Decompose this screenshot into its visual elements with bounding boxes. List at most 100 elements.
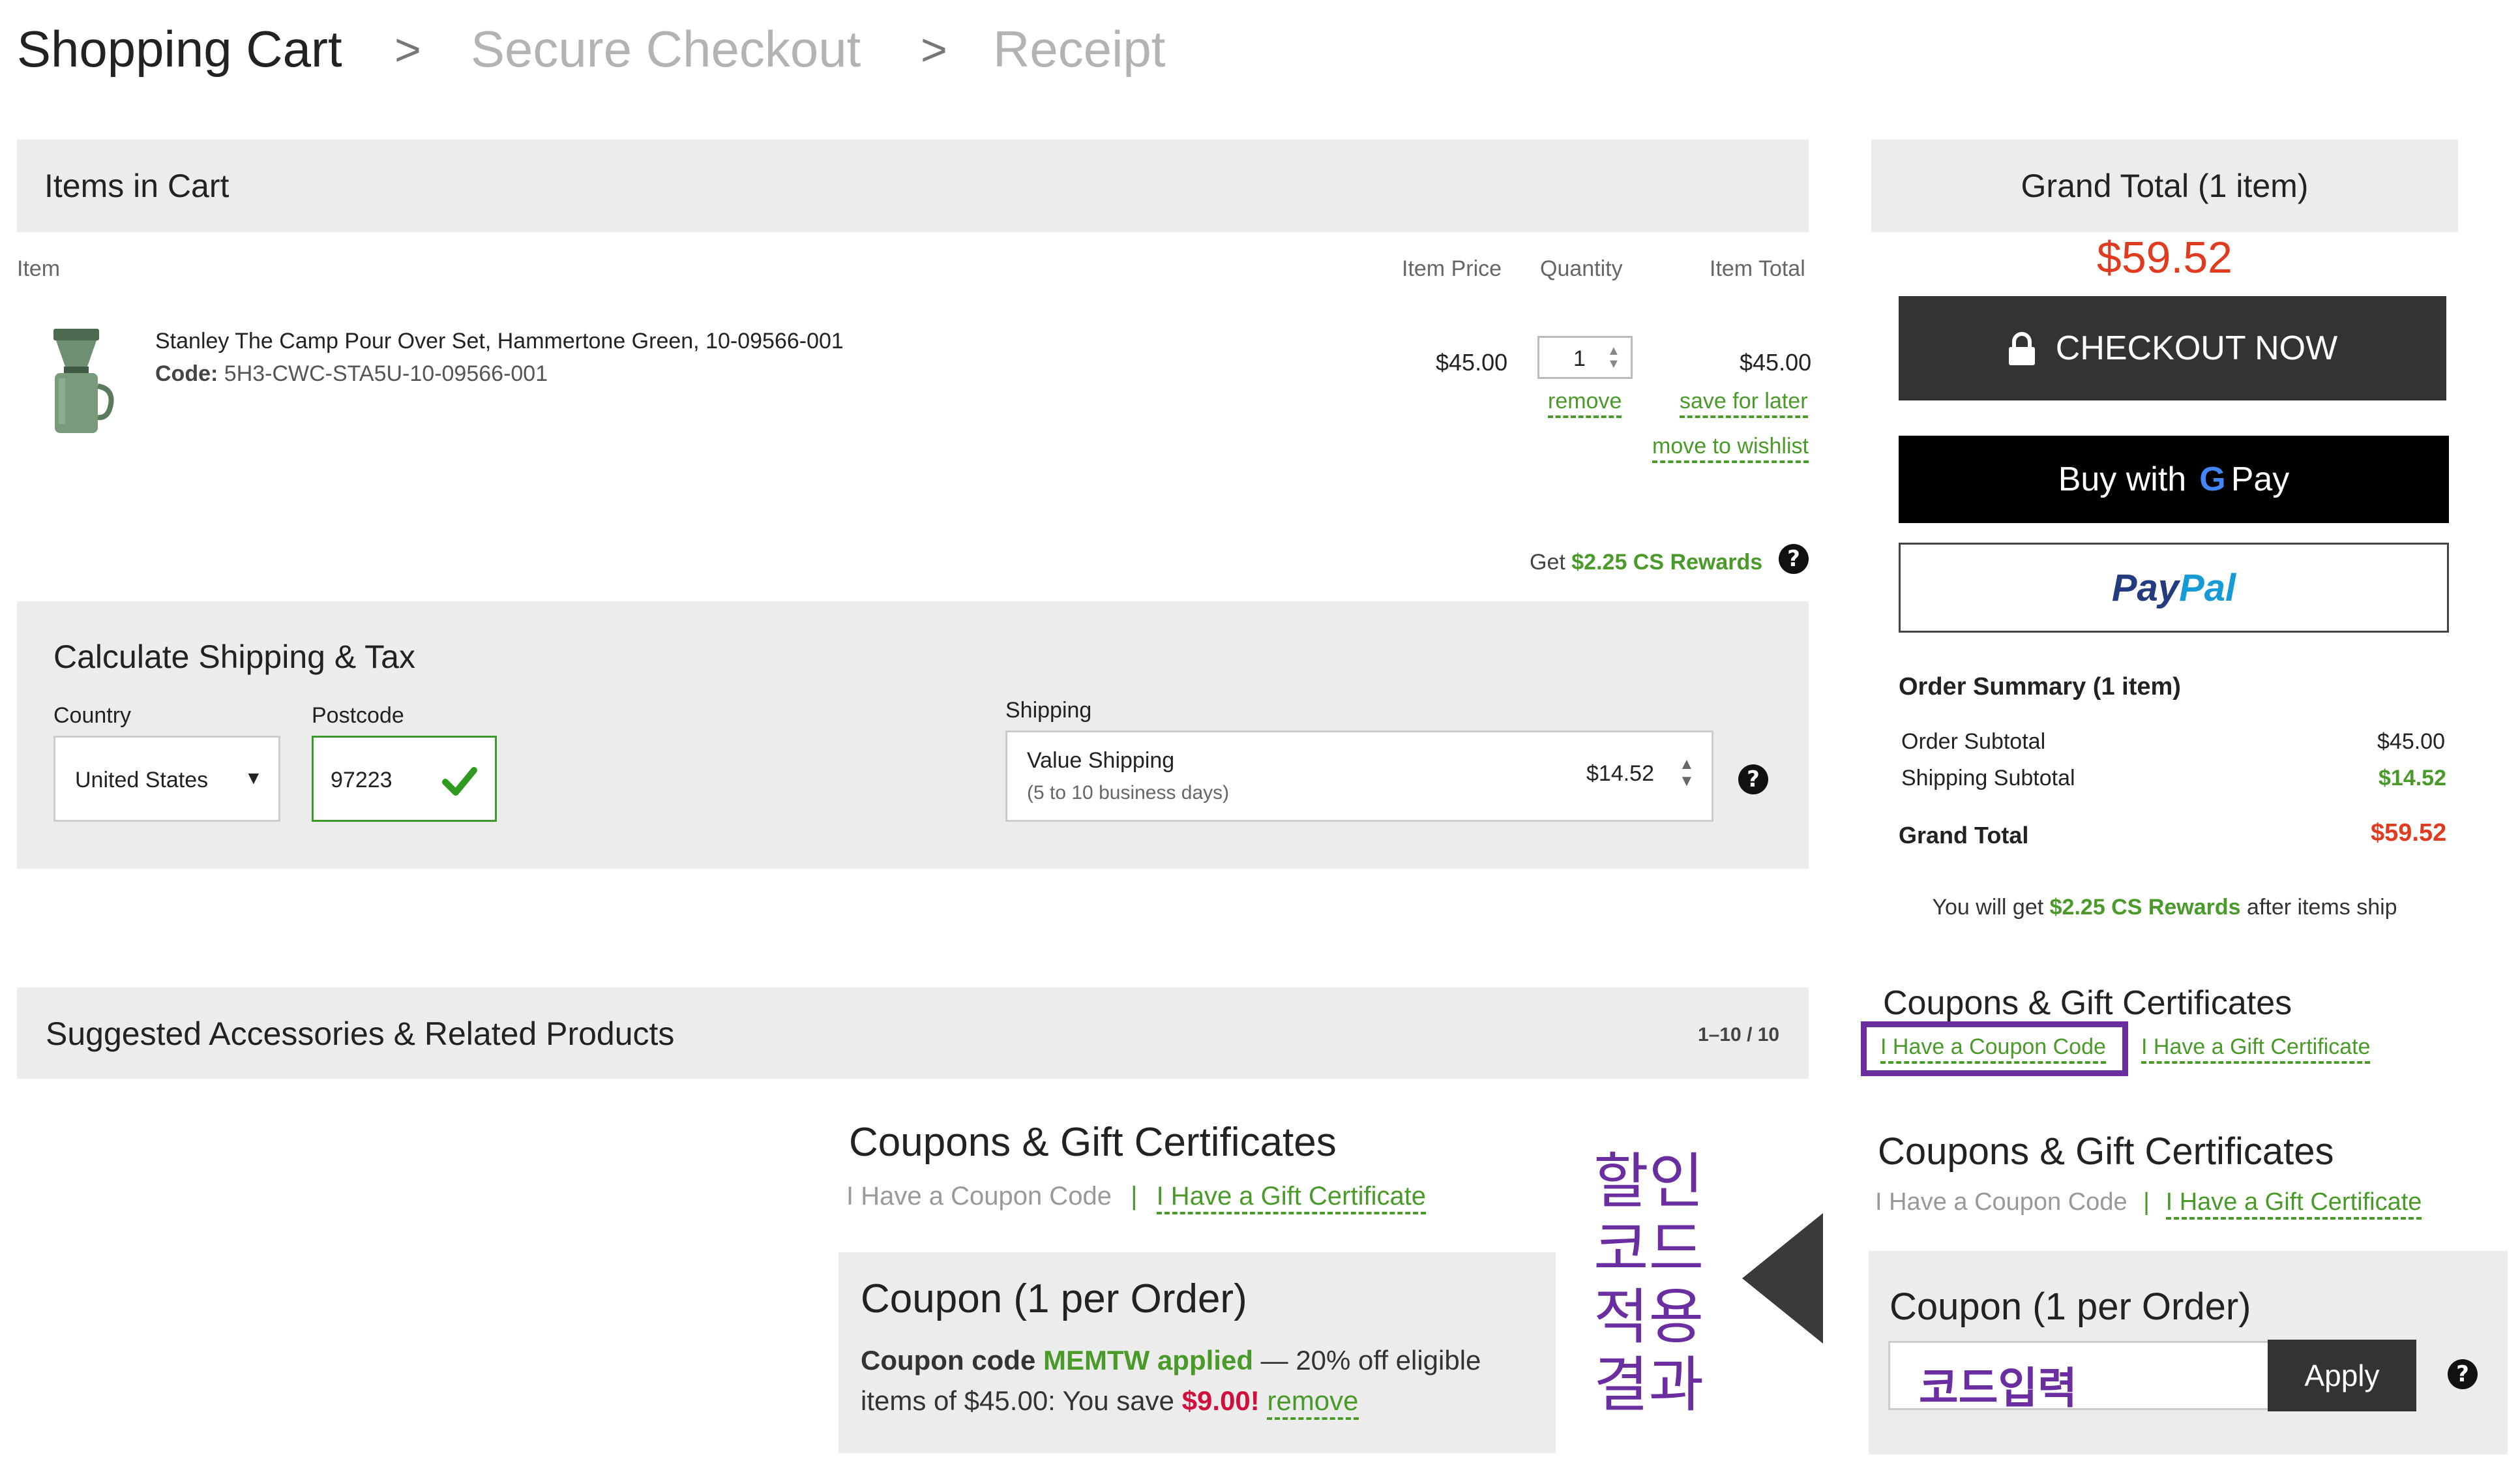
shipping-calculator-title: Calculate Shipping & Tax bbox=[53, 639, 415, 675]
quantity-value[interactable]: 1 bbox=[1573, 346, 1586, 372]
coupons-result-links: I Have a Coupon Code | I Have a Gift Cer… bbox=[846, 1182, 1427, 1214]
coupon-code-input-value[interactable]: 코드입력 bbox=[1919, 1353, 2077, 1416]
checkout-now-button[interactable]: CHECKOUT NOW bbox=[1899, 296, 2446, 400]
column-quantity: Quantity bbox=[1540, 256, 1623, 281]
country-label: Country bbox=[53, 703, 132, 728]
google-g-icon: G bbox=[2199, 460, 2226, 498]
coupons-entry-title: Coupons & Gift Certificates bbox=[1878, 1130, 2334, 1173]
link-divider: | bbox=[1131, 1182, 1138, 1211]
gift-certificate-link-result[interactable]: I Have a Gift Certificate bbox=[1156, 1182, 1427, 1214]
product-code-label: Code: bbox=[155, 361, 218, 386]
paypal-button[interactable]: Pay Pal bbox=[1899, 543, 2449, 633]
product-code: Code: 5H3-CWC-STA5U-10-09566-001 bbox=[155, 361, 548, 387]
coupon-code-link-result[interactable]: I Have a Coupon Code bbox=[846, 1182, 1112, 1211]
coupon-result-box: Coupon (1 per Order) Coupon code MEMTW a… bbox=[838, 1252, 1556, 1453]
product-thumbnail[interactable] bbox=[46, 326, 117, 437]
country-select[interactable]: United States ▼ bbox=[53, 736, 280, 822]
quantity-stepper[interactable]: 1 ▲ ▼ bbox=[1537, 336, 1633, 379]
apply-coupon-button[interactable]: Apply bbox=[2268, 1340, 2416, 1411]
country-value[interactable]: United States bbox=[75, 768, 208, 793]
suggested-products-title: Suggested Accessories & Related Products bbox=[46, 1015, 675, 1052]
summary-grand-total-value: $59.52 bbox=[2371, 819, 2447, 847]
cart-rewards-prefix: Get bbox=[1530, 550, 1565, 575]
item-total: $45.00 bbox=[1740, 349, 1812, 376]
paypal-pal-text: Pal bbox=[2179, 566, 2236, 609]
shipping-method-name[interactable]: Value Shipping bbox=[1027, 748, 1174, 774]
grand-total-header: Grand Total (1 item) bbox=[1871, 140, 2458, 232]
shipping-label: Shipping bbox=[1005, 698, 1092, 723]
annotation-line3: 적용 bbox=[1594, 1282, 1704, 1352]
google-pay-button[interactable]: Buy with G Pay bbox=[1899, 436, 2449, 523]
apply-coupon-label[interactable]: Apply bbox=[2304, 1358, 2379, 1393]
coupon-code-link-top[interactable]: I Have a Coupon Code bbox=[1880, 1034, 2106, 1064]
items-in-cart-header: Items in Cart bbox=[17, 140, 1809, 232]
coupon-applied-line1: Coupon code MEMTW applied — 20% off elig… bbox=[861, 1345, 1481, 1376]
save-for-later-link[interactable]: save for later bbox=[1680, 389, 1808, 418]
postcode-input[interactable]: 97223 bbox=[312, 736, 497, 822]
summary-grand-total-label: Grand Total bbox=[1899, 822, 2029, 849]
order-subtotal-value: $45.00 bbox=[2377, 729, 2445, 754]
gift-certificate-link-top[interactable]: I Have a Gift Certificate bbox=[2141, 1034, 2371, 1064]
coupon-entry-box-title: Coupon (1 per Order) bbox=[1890, 1286, 2251, 1328]
gift-certificate-link-entry[interactable]: I Have a Gift Certificate bbox=[2165, 1188, 2422, 1220]
coupon-code-link-entry[interactable]: I Have a Coupon Code bbox=[1875, 1188, 2127, 1216]
check-icon bbox=[441, 762, 478, 799]
quantity-spin-icon[interactable]: ▲ ▼ bbox=[1607, 344, 1620, 370]
item-price: $45.00 bbox=[1436, 349, 1508, 376]
coupons-result-title: Coupons & Gift Certificates bbox=[849, 1120, 1337, 1165]
arrow-left-icon bbox=[1742, 1213, 1823, 1344]
cart-rewards: Get $2.25 CS Rewards bbox=[1530, 550, 1762, 575]
coupon-code-input[interactable]: 코드입력 bbox=[1888, 1341, 2270, 1413]
postcode-value[interactable]: 97223 bbox=[331, 768, 393, 793]
paypal-pay-text: Pay bbox=[2111, 566, 2180, 609]
order-subtotal-label: Order Subtotal bbox=[1901, 729, 2046, 754]
breadcrumb-separator: > bbox=[921, 24, 947, 75]
grand-total-header-text: Grand Total (1 item) bbox=[2021, 168, 2309, 204]
shipping-calculator-panel: Calculate Shipping & Tax Country United … bbox=[17, 601, 1809, 869]
product-code-value: 5H3-CWC-STA5U-10-09566-001 bbox=[224, 361, 548, 386]
column-item-price: Item Price bbox=[1402, 256, 1502, 281]
grand-total-amount: $59.52 bbox=[2097, 233, 2232, 282]
coupon-savings-prefix: items of $45.00: You save bbox=[861, 1385, 1175, 1416]
shipping-help-icon[interactable]: ? bbox=[1738, 764, 1768, 794]
checkout-now-label[interactable]: CHECKOUT NOW bbox=[2056, 329, 2337, 368]
shipping-method-days: (5 to 10 business days) bbox=[1027, 782, 1230, 804]
breadcrumb-shopping-cart: Shopping Cart bbox=[17, 20, 342, 78]
coupon-entry-box: Coupon (1 per Order) 코드입력 Apply ? bbox=[1869, 1251, 2508, 1454]
google-pay-prefix: Buy with bbox=[2058, 460, 2187, 498]
link-divider: | bbox=[2143, 1188, 2150, 1216]
remove-item-link[interactable]: remove bbox=[1548, 389, 1622, 418]
coupon-remove-link[interactable]: remove bbox=[1267, 1385, 1359, 1420]
annotation-line1: 할인 bbox=[1594, 1147, 1704, 1216]
coupon-savings-exclaim: ! bbox=[1250, 1385, 1260, 1416]
cart-rewards-value: $2.25 CS Rewards bbox=[1571, 550, 1763, 575]
breadcrumb-receipt: Receipt bbox=[993, 20, 1166, 78]
postcode-label: Postcode bbox=[312, 703, 404, 728]
summary-rewards-suffix: after items ship bbox=[2247, 895, 2397, 920]
product-name[interactable]: Stanley The Camp Pour Over Set, Hammerto… bbox=[155, 329, 844, 354]
shipping-method-select[interactable]: Value Shipping (5 to 10 business days) $… bbox=[1005, 730, 1713, 822]
suggested-pager: 1–10 / 10 bbox=[1698, 1024, 1780, 1045]
column-item-total: Item Total bbox=[1710, 256, 1805, 281]
order-summary-title: Order Summary (1 item) bbox=[1899, 673, 2181, 700]
annotation-line4: 결과 bbox=[1594, 1350, 1704, 1420]
rewards-help-icon[interactable]: ? bbox=[1779, 544, 1809, 574]
coupons-top-title: Coupons & Gift Certificates bbox=[1883, 984, 2292, 1022]
items-in-cart-title: Items in Cart bbox=[44, 168, 230, 204]
breadcrumb-separator: > bbox=[394, 24, 421, 75]
move-to-wishlist-link[interactable]: move to wishlist bbox=[1652, 434, 1809, 463]
column-item: Item bbox=[17, 256, 61, 281]
suggested-products-panel: Suggested Accessories & Related Products… bbox=[17, 987, 1809, 1079]
shipping-subtotal-label: Shipping Subtotal bbox=[1901, 766, 2075, 790]
shipping-method-price: $14.52 bbox=[1586, 761, 1654, 786]
sort-arrows-icon[interactable]: ▲ ▼ bbox=[1679, 756, 1695, 790]
chevron-down-icon[interactable]: ▼ bbox=[245, 768, 263, 789]
summary-rewards-prefix: You will get bbox=[1932, 895, 2044, 920]
breadcrumb-secure-checkout[interactable]: Secure Checkout bbox=[471, 20, 861, 79]
coupon-savings-value: $9.00 bbox=[1181, 1385, 1251, 1416]
coupon-applied-line2: items of $45.00: You save $9.00! remove bbox=[861, 1385, 1359, 1420]
coupon-code-value: MEMTW bbox=[1043, 1345, 1150, 1376]
coupon-help-icon[interactable]: ? bbox=[2448, 1359, 2478, 1389]
summary-rewards-note: You will get $2.25 CS Rewards after item… bbox=[1871, 895, 2458, 920]
google-pay-suffix: Pay bbox=[2231, 460, 2290, 498]
